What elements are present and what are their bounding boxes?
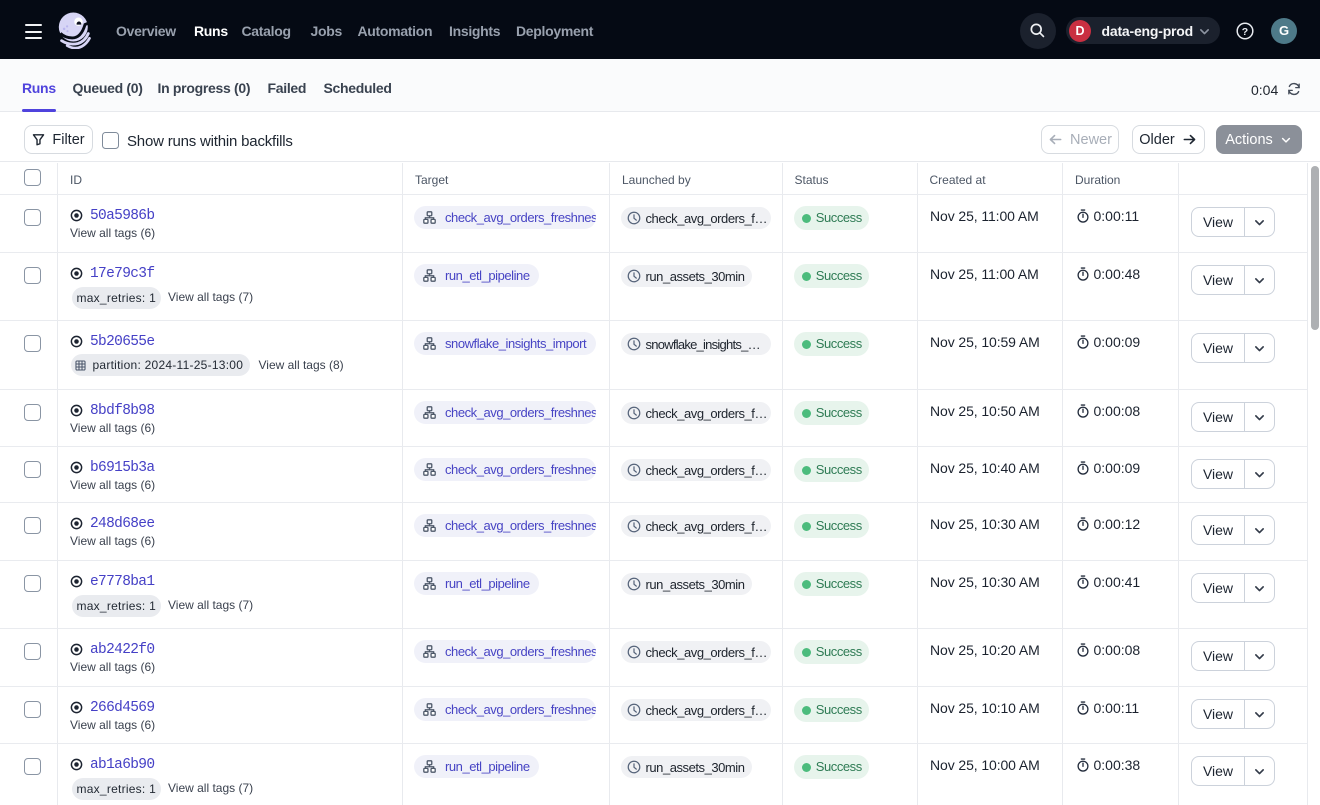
svg-text:?: ? [1242, 26, 1248, 38]
